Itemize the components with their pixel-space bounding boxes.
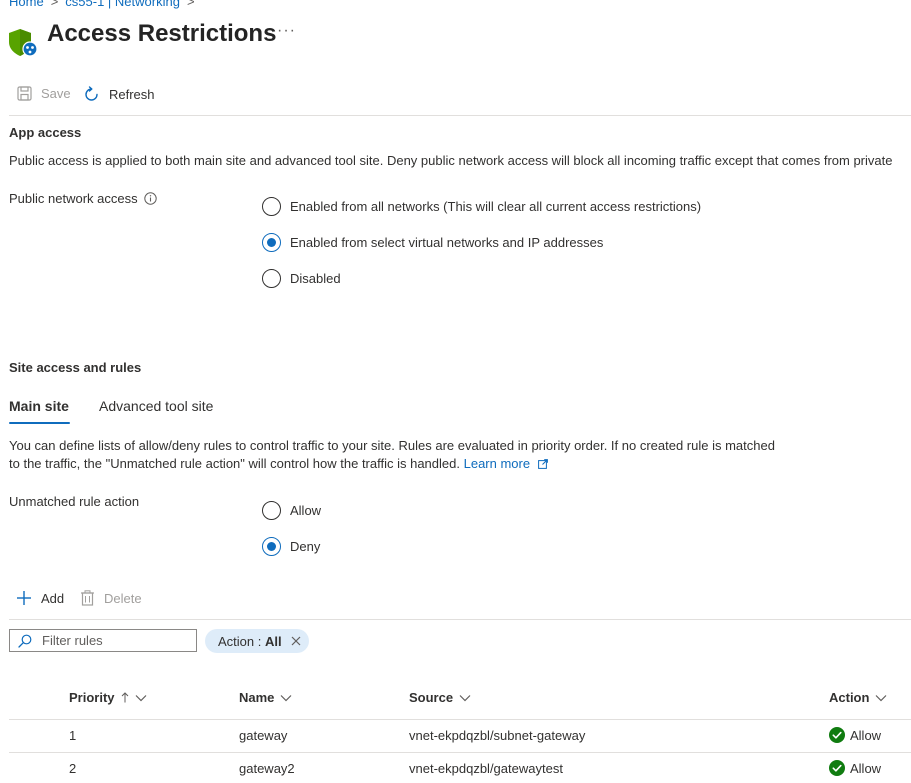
radio-circle[interactable] [262,269,281,288]
cell-action-label: Allow [850,760,882,776]
save-button[interactable]: Save [17,86,71,101]
sort-ascending-icon [121,692,128,703]
site-access-heading: Site access and rules [9,360,142,375]
radio-disabled[interactable]: Disabled [262,269,341,288]
pill-value: All [264,633,282,649]
column-header-priority[interactable]: Priority [69,690,147,705]
column-header-name[interactable]: Name [239,690,292,705]
learn-more-link[interactable]: Learn more [464,456,548,471]
check-circle-icon [829,760,845,776]
radio-label: Enabled from select virtual networks and… [290,235,604,250]
tab-advanced-tool-site[interactable]: Advanced tool site [99,398,213,414]
filter-rules-input[interactable] [42,633,182,648]
column-header-action[interactable]: Action [829,690,887,705]
radio-circle-selected[interactable] [262,537,281,556]
save-label: Save [41,86,71,101]
refresh-label: Refresh [109,87,155,102]
trash-icon [81,590,94,606]
public-network-access-text: Public network access [9,191,138,206]
column-header-source[interactable]: Source [409,690,471,705]
radio-label: Deny [290,539,321,554]
chevron-down-icon [135,694,146,701]
cell-name[interactable]: gateway [239,728,287,743]
radio-circle[interactable] [262,197,281,216]
radio-unmatched-deny[interactable]: Deny [262,537,320,556]
delete-rule-button[interactable]: Delete [80,590,142,606]
radio-circle[interactable] [262,501,281,520]
cell-source: vnet-ekpdqzbl/gatewaytest [409,761,563,776]
info-icon[interactable] [143,192,157,205]
breadcrumb-parent[interactable]: cs55-1 | Networking [65,0,180,9]
breadcrumb: Home > cs55-1 | Networking > [9,0,202,9]
active-tab-indicator [9,422,70,424]
add-label: Add [41,590,65,606]
plus-icon [17,591,31,605]
learn-more-label: Learn more [463,456,531,471]
page-title: Access Restrictions [47,20,277,47]
save-icon [17,86,32,101]
cell-priority: 2 [69,761,77,776]
access-restrictions-shield-icon [8,28,38,58]
rules-description-line1: You can define lists of allow/deny rules… [9,438,775,453]
cell-action: Allow [829,760,881,776]
radio-label: Disabled [290,271,341,286]
delete-label: Delete [104,590,142,606]
tab-main-site[interactable]: Main site [9,398,69,414]
action-filter-pill-text: Action : All [218,634,282,649]
pill-prefix: Action : [218,633,265,649]
more-options-icon[interactable]: ··· [277,22,296,40]
cell-action-label: Allow [850,727,882,743]
action-filter-pill[interactable]: Action : All [205,629,309,653]
radio-circle-selected[interactable] [262,233,281,252]
app-access-description: Public access is applied to both main si… [9,153,893,168]
unmatched-rule-action-label: Unmatched rule action [9,494,140,509]
radio-unmatched-allow[interactable]: Allow [262,501,321,520]
column-header-priority-label: Priority [69,690,115,705]
public-network-access-label: Public network access [9,191,157,206]
chevron-down-icon [280,694,292,701]
chevron-down-icon [876,694,887,701]
external-link-icon [537,459,548,469]
column-header-action-label: Action [829,690,870,705]
rules-description-line2: to the traffic, the "Unmatched rule acti… [9,456,548,471]
rules-toolbar-divider [9,619,911,620]
close-icon[interactable] [291,636,301,646]
cell-action: Allow [829,727,881,743]
cell-priority: 1 [69,728,77,743]
refresh-icon [85,86,98,101]
app-access-heading: App access [9,125,82,140]
breadcrumb-home[interactable]: Home [9,0,44,9]
cell-source: vnet-ekpdqzbl/subnet-gateway [409,728,586,743]
refresh-button[interactable]: Refresh [83,86,155,103]
column-header-name-label: Name [239,690,275,705]
filter-rules-box[interactable] [9,629,197,652]
chevron-right-icon: > [50,0,59,9]
search-icon [18,634,32,648]
radio-enabled-select-networks[interactable]: Enabled from select virtual networks and… [262,233,603,252]
chevron-down-icon [459,694,471,701]
column-header-source-label: Source [409,690,454,705]
chevron-right-icon: > [186,0,195,9]
radio-label: Allow [290,503,322,518]
radio-label: Enabled from all networks (This will cle… [290,199,702,214]
add-rule-button[interactable]: Add [16,590,64,606]
radio-enabled-all-networks[interactable]: Enabled from all networks (This will cle… [262,197,701,216]
toolbar-divider [9,115,911,116]
rules-description-text: to the traffic, the "Unmatched rule acti… [9,456,460,471]
cell-name[interactable]: gateway2 [239,761,295,776]
check-circle-icon [829,727,845,743]
